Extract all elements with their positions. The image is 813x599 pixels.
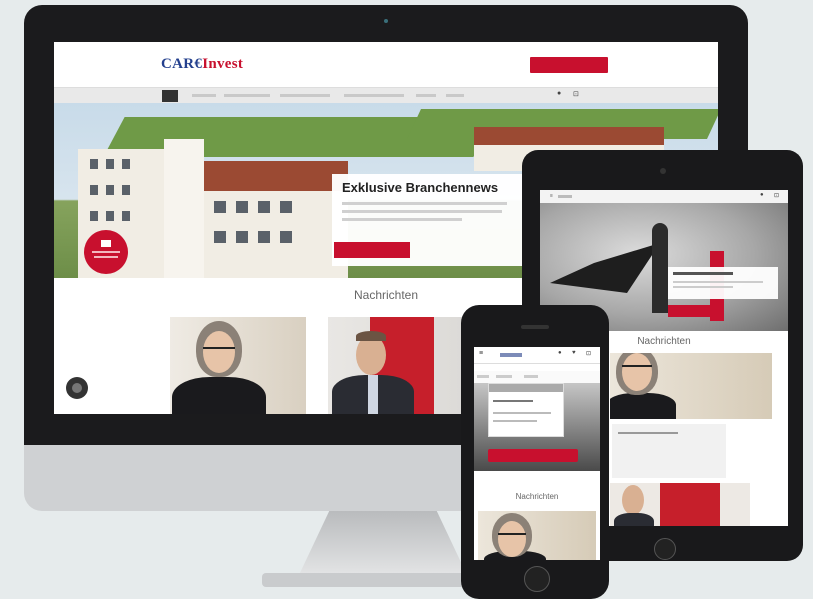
main-navigation: ● ⊡	[54, 87, 718, 104]
cape-silhouette	[550, 243, 660, 293]
tablet-hero-title	[673, 272, 733, 275]
hero-text	[342, 202, 512, 221]
person-face	[622, 485, 644, 515]
menu-label	[558, 195, 572, 198]
heart-icon[interactable]: ♥	[572, 350, 576, 356]
menu-icon[interactable]: ≡	[479, 350, 483, 357]
red-artwork	[660, 483, 720, 526]
user-icon[interactable]: ●	[558, 350, 562, 356]
window	[106, 211, 114, 221]
phone-home-button[interactable]	[524, 566, 550, 592]
tablet-news-photo-2[interactable]	[610, 483, 750, 526]
dropdown-item[interactable]	[493, 420, 537, 422]
glasses	[498, 533, 526, 535]
window	[214, 231, 226, 243]
dropdown-item[interactable]	[493, 400, 533, 402]
window	[106, 159, 114, 169]
nav-item[interactable]	[192, 88, 216, 104]
tablet-home-button[interactable]	[654, 538, 676, 560]
monitor-stand	[299, 511, 467, 575]
hero-cta-button[interactable]	[334, 242, 410, 258]
tablet-hero-button[interactable]	[668, 305, 724, 317]
phone-hero	[474, 383, 600, 471]
window	[280, 201, 292, 213]
building-tower	[164, 139, 204, 278]
building-brick	[198, 161, 348, 191]
phone-section-title: Nachrichten	[515, 492, 559, 501]
nav-item[interactable]	[224, 88, 270, 104]
tablet-hero-text	[673, 281, 773, 288]
person-body	[614, 513, 654, 526]
person-face	[622, 353, 652, 391]
window	[122, 159, 130, 169]
window	[258, 231, 270, 243]
person-face	[498, 521, 526, 557]
window	[258, 201, 270, 213]
window	[280, 231, 292, 243]
glasses	[203, 347, 235, 349]
window	[122, 185, 130, 195]
hero-card: Exklusive Branchennews	[332, 174, 522, 266]
site-logo[interactable]: CAR€Invest	[161, 56, 243, 73]
user-icon[interactable]: ●	[557, 90, 561, 97]
window	[236, 231, 248, 243]
window	[90, 211, 98, 221]
phone-hero-button[interactable]	[488, 449, 578, 462]
cart-icon[interactable]: ⊡	[573, 90, 579, 98]
header-cta-button[interactable]	[530, 57, 608, 73]
dropdown-header	[489, 384, 563, 392]
window	[90, 159, 98, 169]
cart-icon[interactable]: ⊡	[586, 350, 591, 357]
news-photo[interactable]	[328, 317, 464, 414]
nav-item[interactable]	[416, 88, 436, 104]
logo-accent: Invest	[202, 56, 244, 72]
hero-title: Exklusive Branchennews	[342, 180, 499, 195]
chat-icon-inner	[72, 383, 82, 393]
person-hair	[356, 331, 386, 341]
news-photo[interactable]	[170, 317, 306, 414]
phone-dropdown-menu[interactable]	[488, 383, 564, 437]
glasses	[622, 365, 652, 367]
dropdown-item[interactable]	[493, 412, 551, 414]
nav-item[interactable]	[344, 88, 404, 104]
person-body	[610, 393, 676, 419]
phone-speaker	[521, 325, 549, 329]
menu-icon[interactable]: ≡	[550, 193, 553, 199]
phone-tabs	[474, 371, 600, 383]
tablet-news-photo[interactable]	[610, 353, 772, 419]
shirt	[368, 375, 378, 414]
window	[106, 185, 114, 195]
phone-tab[interactable]	[524, 375, 538, 378]
building-brick	[474, 127, 664, 145]
news-headline	[618, 432, 678, 434]
user-icon[interactable]: ●	[760, 192, 764, 198]
logo-text: CAR€	[161, 56, 203, 72]
window	[90, 185, 98, 195]
tablet-hero-card	[668, 267, 778, 299]
webcam	[384, 19, 388, 23]
window	[236, 201, 248, 213]
phone-news-photo[interactable]	[478, 511, 596, 560]
cart-icon[interactable]: ⊡	[774, 192, 779, 199]
phone-topbar: ≡ ● ♥ ⊡	[474, 347, 600, 364]
tablet-camera	[660, 168, 666, 174]
nav-item[interactable]	[446, 88, 464, 104]
person-face	[203, 331, 235, 373]
hero-silhouette	[652, 223, 668, 313]
phone-website-screen: ≡ ● ♥ ⊡ Nachrichten	[474, 347, 600, 560]
tablet-news-text	[612, 424, 726, 478]
phone-logo[interactable]	[500, 353, 522, 357]
window	[122, 211, 130, 221]
window	[214, 201, 226, 213]
phone-tab[interactable]	[477, 375, 489, 378]
person-body	[172, 377, 266, 414]
chat-icon[interactable]	[66, 377, 88, 399]
phone-tab[interactable]	[496, 375, 512, 378]
tablet-topbar: ≡ ● ⊡	[540, 190, 788, 204]
promo-badge[interactable]	[84, 230, 128, 274]
person-face	[356, 335, 386, 375]
nav-home-button[interactable]	[162, 90, 178, 102]
nav-item[interactable]	[280, 88, 330, 104]
